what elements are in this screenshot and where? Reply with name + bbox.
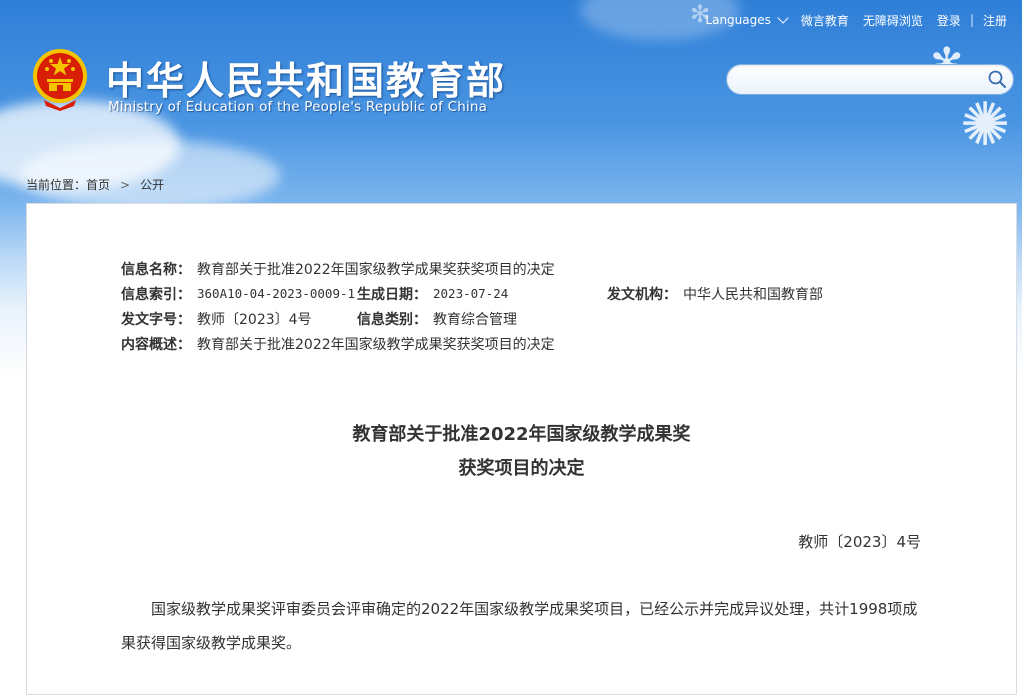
chevron-down-icon	[777, 12, 789, 24]
article-paragraph: 国家级教学成果奖评审委员会评审确定的2022年国家级教学成果奖项目，已经公示并完…	[121, 600, 918, 652]
breadcrumb-home-link[interactable]: 首页	[86, 176, 110, 193]
meta-info-name-value: 教育部关于批准2022年国家级教学成果奖获奖项目的决定	[197, 261, 555, 278]
register-link[interactable]: 注册	[976, 12, 1014, 29]
dandelion-decoration: ✺	[960, 90, 1011, 160]
search-icon[interactable]	[987, 69, 1007, 89]
document-metadata: 信息名称： 教育部关于批准2022年国家级教学成果奖获奖项目的决定 信息索引： …	[121, 256, 823, 356]
site-subtitle: Ministry of Education of the People's Re…	[108, 99, 488, 115]
top-utility-bar: Languages 微言教育 无障碍浏览 登录 | 注册	[698, 10, 1014, 30]
cloud-decoration	[20, 140, 280, 210]
site-title[interactable]: 中华人民共和国教育部	[106, 50, 506, 105]
topbar-divider: |	[969, 13, 974, 27]
article-title-line1: 教育部关于批准2022年国家级教学成果奖	[352, 424, 691, 445]
meta-row-name: 信息名称： 教育部关于批准2022年国家级教学成果奖获奖项目的决定	[121, 256, 823, 281]
breadcrumb-label: 当前位置：	[26, 178, 87, 192]
meta-docno-label: 发文字号：	[121, 311, 191, 328]
meta-info-name-label: 信息名称：	[121, 261, 191, 278]
content-panel: 信息名称： 教育部关于批准2022年国家级教学成果奖获奖项目的决定 信息索引： …	[26, 203, 1017, 695]
national-emblem-icon[interactable]	[30, 48, 90, 112]
meta-issuer-value: 中华人民共和国教育部	[683, 286, 823, 303]
meta-index-label: 信息索引：	[121, 286, 191, 303]
languages-menu[interactable]: Languages	[698, 12, 793, 27]
login-link[interactable]: 登录	[930, 12, 968, 29]
meta-date-value: 2023-07-24	[433, 286, 509, 301]
meta-row-index: 信息索引： 360A10-04-2023-0009-1 生成日期： 2023-0…	[121, 281, 823, 306]
breadcrumb-current-link[interactable]: 公开	[140, 176, 164, 193]
meta-category-value: 教育综合管理	[433, 311, 517, 328]
search-input[interactable]	[739, 65, 988, 94]
article-title-line2: 获奖项目的决定	[458, 458, 585, 479]
meta-summary-value: 教育部关于批准2022年国家级教学成果奖获奖项目的决定	[197, 336, 555, 353]
breadcrumb: 当前位置： 首页 > 公开	[26, 176, 164, 193]
meta-index-value: 360A10-04-2023-0009-1	[197, 286, 356, 301]
article-doc-number: 教师〔2023〕4号	[798, 533, 921, 551]
accessibility-link[interactable]: 无障碍浏览	[856, 12, 930, 29]
languages-label: Languages	[705, 13, 771, 27]
meta-date-label: 生成日期：	[357, 286, 427, 303]
meta-row-summary: 内容概述： 教育部关于批准2022年国家级教学成果奖获奖项目的决定	[121, 331, 823, 356]
meta-docno-value: 教师〔2023〕4号	[197, 311, 312, 328]
search-box	[726, 64, 1014, 95]
meta-row-docno: 发文字号： 教师〔2023〕4号 信息类别： 教育综合管理	[121, 306, 823, 331]
meta-issuer-label: 发文机构：	[607, 286, 677, 303]
wechat-link[interactable]: 微言教育	[794, 12, 856, 29]
breadcrumb-separator: >	[120, 177, 131, 192]
meta-summary-label: 内容概述：	[121, 336, 191, 353]
meta-category-label: 信息类别：	[357, 311, 427, 328]
